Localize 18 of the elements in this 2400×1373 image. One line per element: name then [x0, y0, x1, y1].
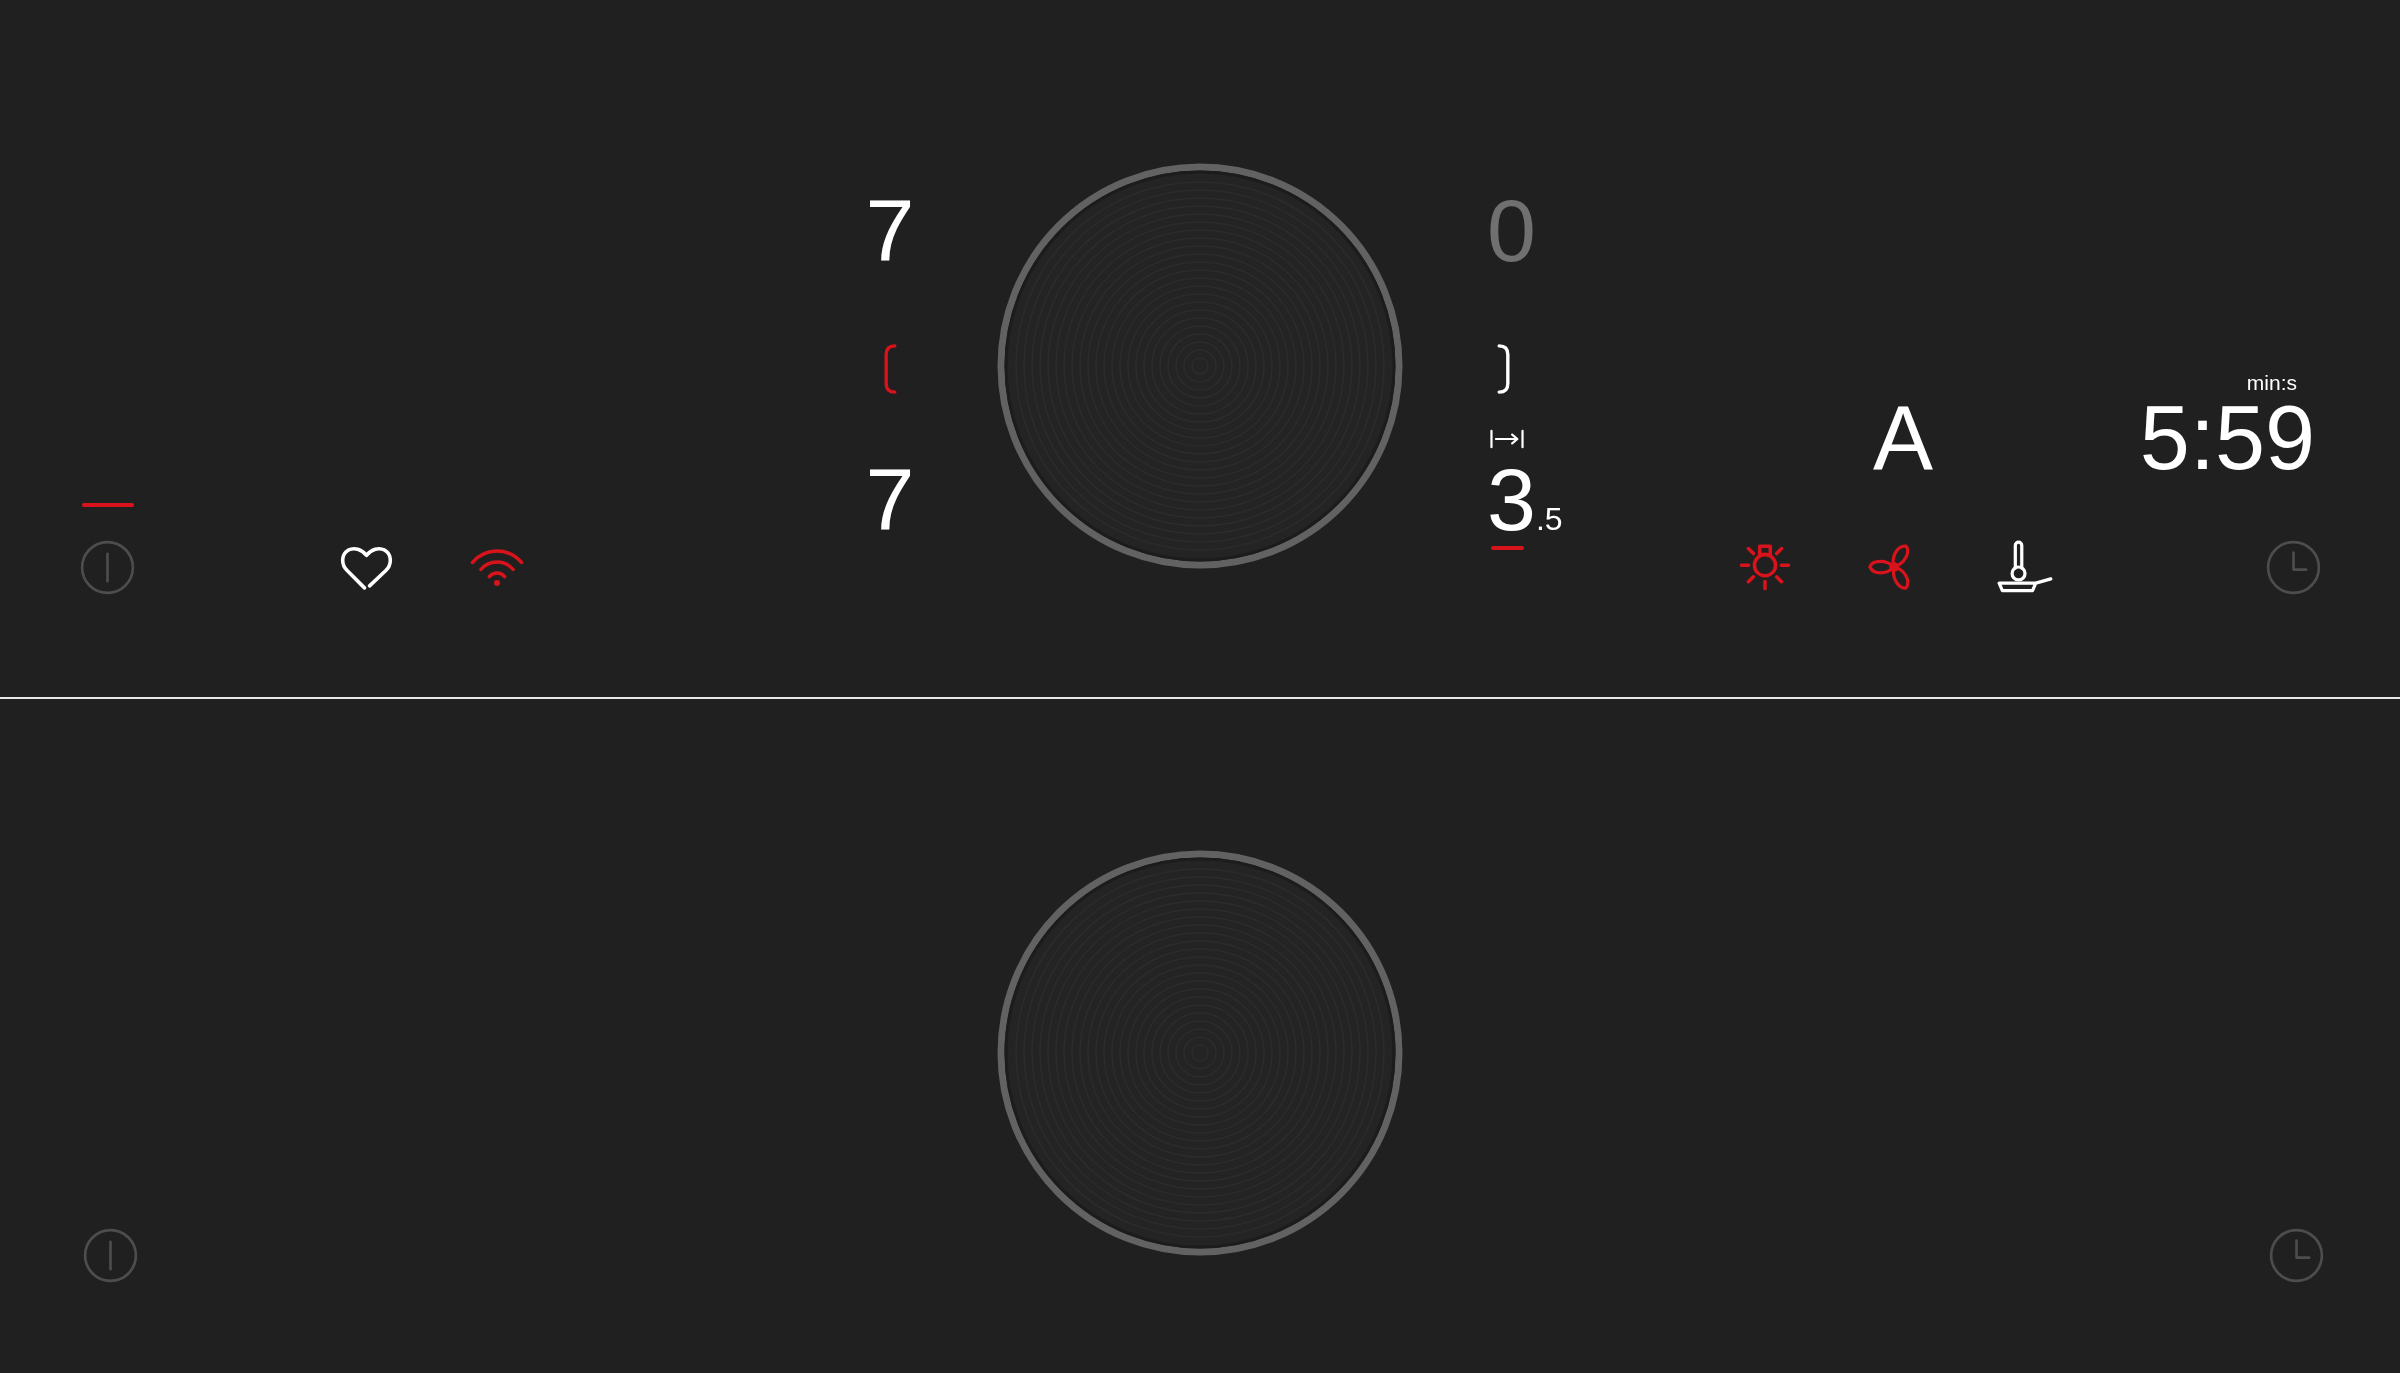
lamp-icon[interactable] — [1739, 543, 1791, 591]
arrow-to-bar-icon — [1490, 429, 1524, 449]
thermometer-pan-icon[interactable] — [1997, 540, 2053, 594]
power-icon[interactable] — [83, 1228, 138, 1283]
clock-icon[interactable] — [2266, 539, 2321, 595]
display-digit: 0 — [1487, 187, 1536, 275]
timer-unit-label: min:s — [2246, 372, 2297, 393]
zone-dial[interactable] — [997, 163, 1403, 569]
clock-icon[interactable] — [2269, 1228, 2324, 1283]
wifi-icon[interactable] — [470, 548, 524, 587]
level-digit: 3 — [1487, 456, 1536, 544]
timer-display: 5:59 — [2139, 393, 2315, 483]
power-icon[interactable] — [80, 540, 135, 595]
zone-dial[interactable] — [997, 850, 1403, 1256]
mode-display: A — [1873, 393, 1934, 483]
level-fraction: .5 — [1535, 503, 1563, 535]
display-digit: 7 — [865, 187, 915, 275]
display-digit: 7 — [865, 450, 915, 549]
